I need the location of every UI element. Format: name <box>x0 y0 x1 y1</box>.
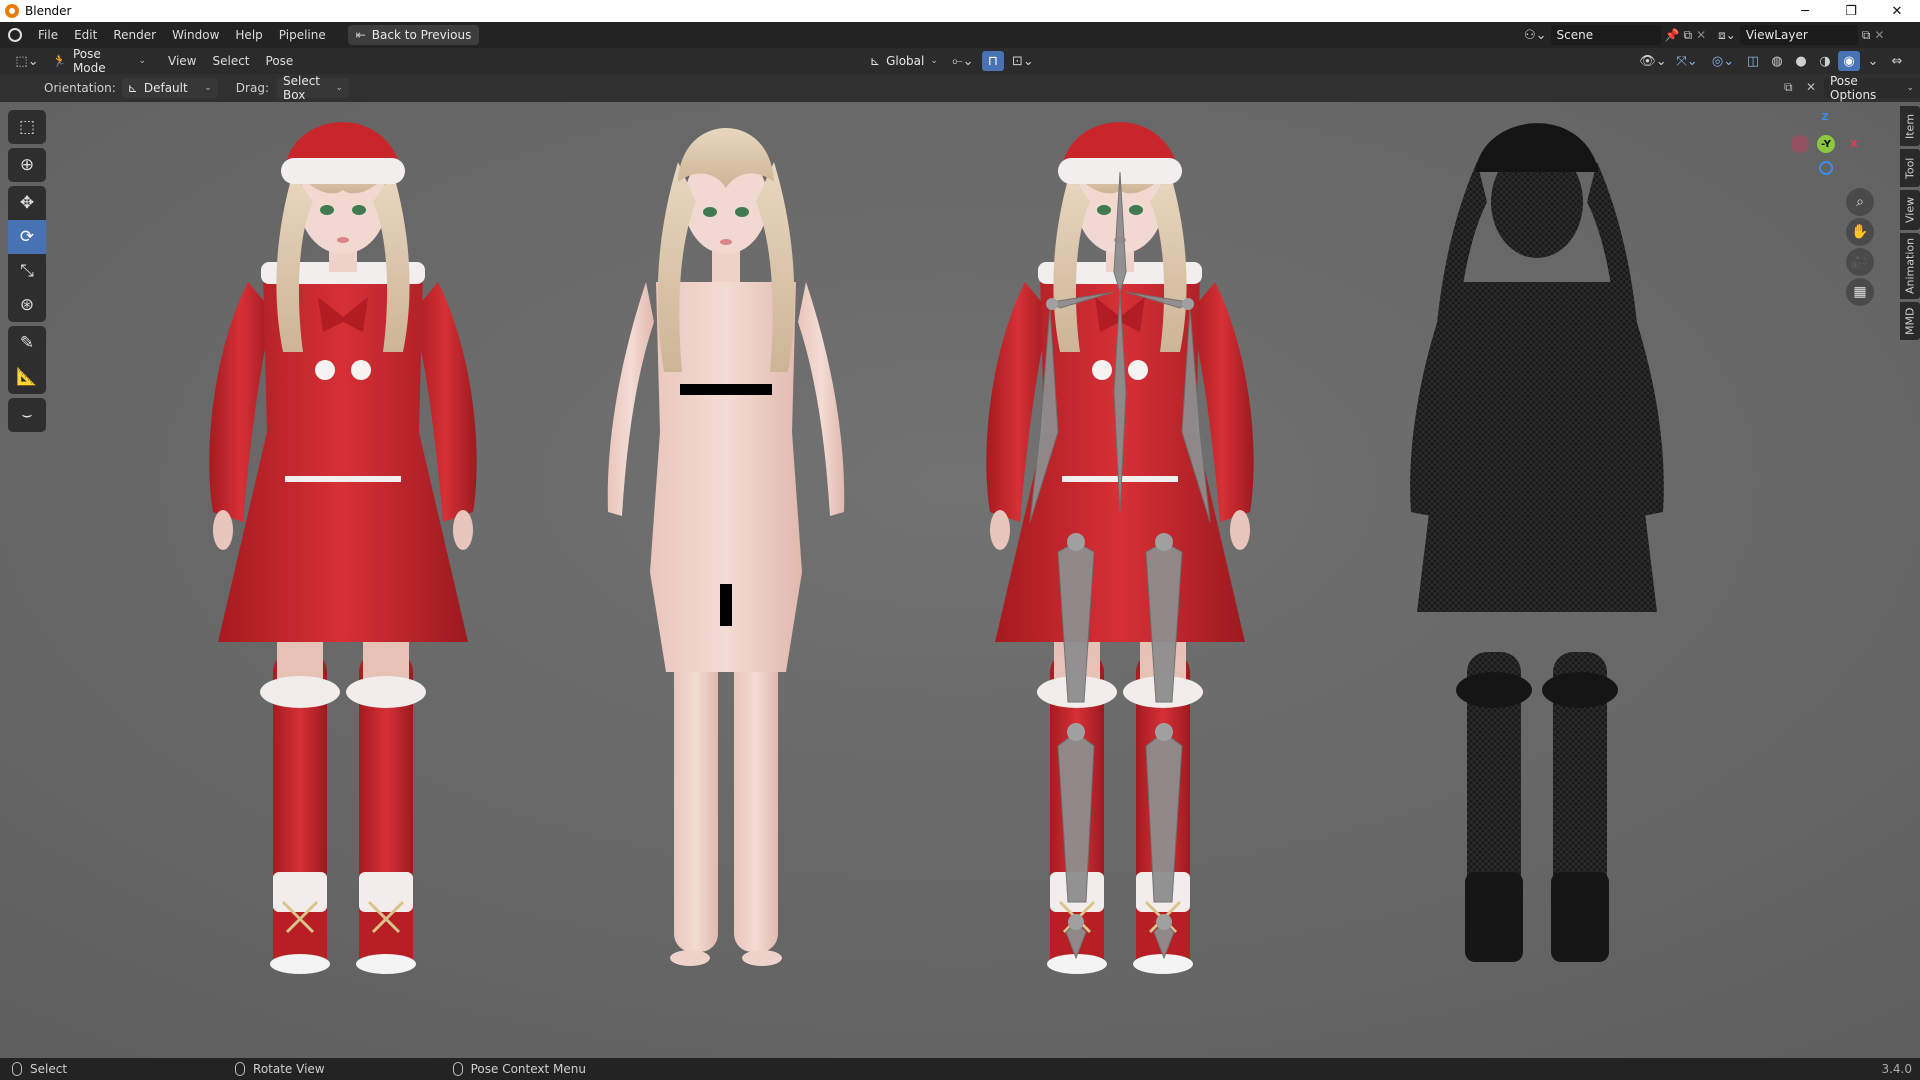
gizmo-neg-y-axis[interactable]: -Y <box>1817 135 1835 153</box>
gizmo-x-axis[interactable]: X <box>1845 135 1863 153</box>
window-titlebar: Blender ─ ❐ ✕ <box>0 0 1920 22</box>
tab-view[interactable]: View <box>1900 190 1920 230</box>
middle-mouse-icon <box>235 1062 246 1076</box>
tool-settings-bar: Orientation: ⊾ Default ⌄ Drag: Select Bo… <box>0 74 1920 102</box>
orientation-label: Orientation: <box>44 81 116 95</box>
rendered-shading-icon[interactable]: ◉ <box>1838 51 1860 71</box>
gizmo-neg-z-axis[interactable] <box>1819 161 1833 175</box>
pose-mode-icon: 🏃 <box>52 54 67 68</box>
drag-dropdown[interactable]: Select Box ⌄ <box>276 74 349 102</box>
measure-tool-icon[interactable]: 📐 <box>8 360 46 394</box>
status-bar: Select Rotate View Pose Context Menu 3.4… <box>0 1058 1920 1080</box>
version-label: 3.4.0 <box>1881 1062 1912 1076</box>
tool-settings-pin-icon[interactable]: ⧉ <box>1784 80 1793 95</box>
transform-tool-icon[interactable]: ⊛ <box>8 288 46 322</box>
back-to-previous-button[interactable]: ⇤ Back to Previous <box>347 25 480 45</box>
menu-file[interactable]: File <box>30 22 66 48</box>
tab-tool[interactable]: Tool <box>1900 149 1920 187</box>
solid-shading-icon[interactable]: ● <box>1790 51 1812 71</box>
sidebar-tabs: Item Tool View Animation MMD <box>1900 106 1920 343</box>
rotate-tool-icon[interactable]: ⟳ <box>8 220 46 254</box>
tab-item[interactable]: Item <box>1900 106 1920 146</box>
axes-icon: ⊾ <box>870 54 881 68</box>
remove-viewlayer-icon[interactable]: ✕ <box>1874 28 1884 42</box>
remove-scene-icon[interactable]: ✕ <box>1696 28 1706 42</box>
drag-label: Drag: <box>235 81 269 95</box>
tab-animation[interactable]: Animation <box>1900 233 1920 299</box>
gizmo-toggle-icon[interactable]: ⤧⌄ <box>1670 51 1704 71</box>
pose-options-dropdown[interactable]: Pose Options ⌄ <box>1824 74 1920 102</box>
status-select: Select <box>30 1062 68 1076</box>
orientation-icon: ⊾ <box>127 81 138 95</box>
new-scene-icon[interactable]: ⧉ <box>1684 28 1693 43</box>
header-menu-view[interactable]: View <box>160 48 204 74</box>
left-mouse-icon <box>12 1062 22 1076</box>
status-rotate-view: Rotate View <box>253 1062 325 1076</box>
viewport-scene <box>0 102 1920 1058</box>
pin-icon[interactable]: 📌 <box>1665 28 1680 42</box>
blender-logo-icon <box>5 4 19 18</box>
overlays-icon[interactable]: ◎⌄ <box>1706 51 1740 71</box>
wireframe-shading-icon[interactable]: ◍ <box>1766 51 1788 71</box>
zoom-view-icon[interactable]: ⌕ <box>1846 188 1874 216</box>
navigation-gizmo[interactable]: Z -Y X <box>1778 108 1878 188</box>
visibility-icon[interactable]: 👁⌄ <box>1638 51 1668 71</box>
3d-viewport[interactable]: Z -Y X ⌕ ✋ 🎥 ▦ <box>0 102 1920 1058</box>
pivot-point-icon[interactable]: ⟜⌄ <box>948 51 978 71</box>
header-menu-pose[interactable]: Pose <box>258 48 302 74</box>
top-bar: File Edit Render Window Help Pipeline ⇤ … <box>0 22 1920 48</box>
mode-dropdown[interactable]: 🏃 Pose Mode ⌄ <box>46 47 152 75</box>
gizmo-z-axis[interactable]: Z <box>1817 109 1833 125</box>
minimize-button[interactable]: ─ <box>1782 0 1828 22</box>
menu-pipeline[interactable]: Pipeline <box>271 22 334 48</box>
move-tool-icon[interactable]: ✥ <box>8 186 46 220</box>
pose-breakdowner-tool-icon[interactable]: ⌣ <box>8 398 46 432</box>
viewport-header: ⬚⌄ 🏃 Pose Mode ⌄ View Select Pose ⊾ Glob… <box>0 47 1920 75</box>
pan-view-icon[interactable]: ✋ <box>1846 218 1874 246</box>
tool-shelf: ⬚ ⊕ ✥ ⟳ ⤡ ⊛ ✎ 📐 ⌣ <box>8 110 46 436</box>
material-shading-icon[interactable]: ◑ <box>1814 51 1836 71</box>
header-menu-select[interactable]: Select <box>204 48 257 74</box>
window-title: Blender <box>25 4 72 18</box>
snap-icon[interactable]: ⊓ <box>981 51 1004 71</box>
viewlayer-field[interactable]: ViewLayer <box>1739 25 1858 45</box>
fullscreen-toggle-icon[interactable]: ⇔ <box>1886 51 1908 71</box>
menu-render[interactable]: Render <box>105 22 164 48</box>
tab-mmd[interactable]: MMD <box>1900 302 1920 340</box>
orientation-dropdown[interactable]: ⊾ Default ⌄ <box>121 78 218 98</box>
shading-options-icon[interactable]: ⌄ <box>1862 51 1884 71</box>
back-icon: ⇤ <box>355 28 366 42</box>
annotate-tool-icon[interactable]: ✎ <box>8 326 46 360</box>
new-viewlayer-icon[interactable]: ⧉ <box>1862 28 1871 43</box>
menu-edit[interactable]: Edit <box>66 22 105 48</box>
perspective-toggle-icon[interactable]: ▦ <box>1846 278 1874 306</box>
scene-field[interactable]: Scene <box>1550 25 1661 45</box>
gizmo-neg-x-axis[interactable] <box>1791 135 1809 153</box>
cursor-tool-icon[interactable]: ⊕ <box>8 148 46 182</box>
transform-orientation-dropdown[interactable]: ⊾ Global ⌄ <box>864 51 944 71</box>
menu-help[interactable]: Help <box>227 22 270 48</box>
viewlayer-icon[interactable]: ⧈⌄ <box>1718 28 1736 43</box>
scene-icon[interactable]: ⚇⌄ <box>1524 28 1547 43</box>
editor-type-icon[interactable]: ⬚⌄ <box>12 51 42 71</box>
menu-window[interactable]: Window <box>164 22 227 48</box>
close-button[interactable]: ✕ <box>1874 0 1920 22</box>
tool-settings-close-icon[interactable]: ✕ <box>1806 80 1816 94</box>
camera-view-icon[interactable]: 🎥 <box>1846 248 1874 276</box>
restore-button[interactable]: ❐ <box>1828 0 1874 22</box>
select-box-tool-icon[interactable]: ⬚ <box>8 110 46 144</box>
right-mouse-icon <box>452 1062 463 1076</box>
snap-target-icon[interactable]: ⊡⌄ <box>1008 51 1038 71</box>
blender-menu-icon[interactable] <box>0 22 30 48</box>
status-context-menu: Pose Context Menu <box>470 1062 586 1076</box>
scale-tool-icon[interactable]: ⤡ <box>8 254 46 288</box>
xray-icon[interactable]: ◫ <box>1742 51 1764 71</box>
